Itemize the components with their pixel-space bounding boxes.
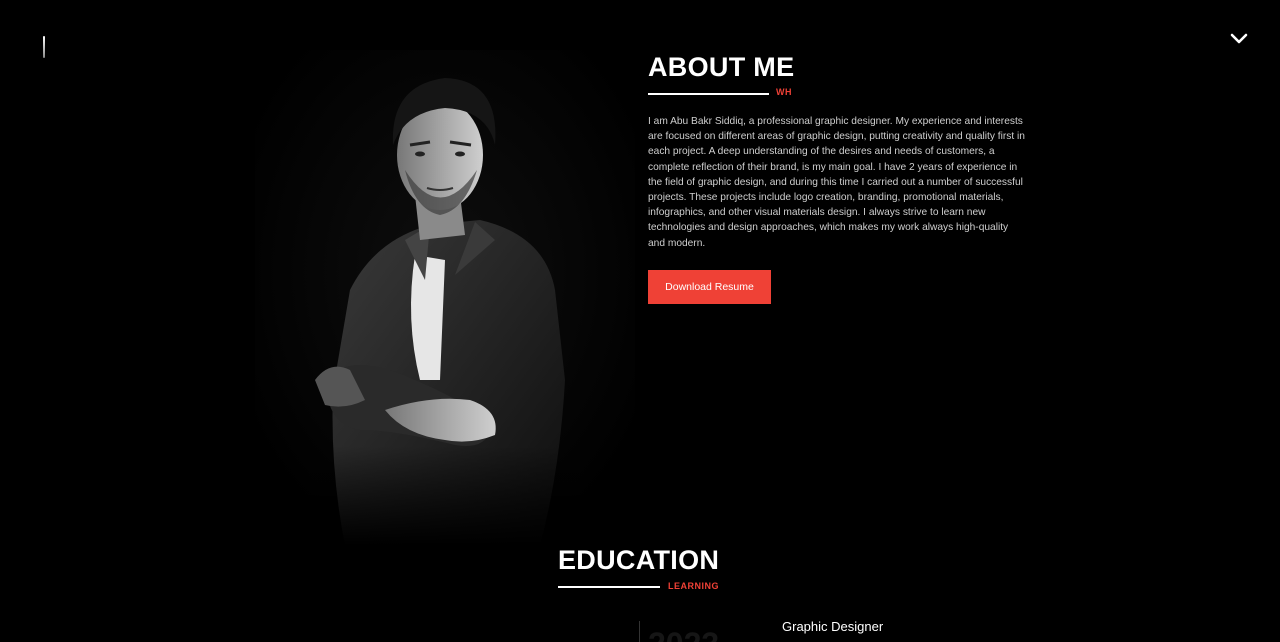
chevron-down-icon[interactable] (1226, 28, 1252, 48)
about-title-underline (648, 93, 769, 95)
menu-icon[interactable] (43, 36, 45, 58)
about-description: I am Abu Bakr Siddiq, a professional gra… (648, 116, 1025, 249)
about-page: ABOUT ME WH I am Abu Bakr Siddiq, a prof… (0, 0, 1280, 642)
education-title-underline (558, 586, 660, 588)
download-resume-button[interactable]: Download Resume (648, 270, 771, 304)
about-title: ABOUT ME (648, 52, 795, 82)
profile-photo (255, 50, 635, 545)
education-year: 2023 (648, 626, 719, 642)
education-tag: LEARNING (668, 581, 719, 591)
about-tag: WH (776, 87, 792, 97)
education-title: EDUCATION (558, 545, 720, 575)
timeline-line (639, 621, 640, 642)
education-role: Graphic Designer (782, 619, 884, 634)
